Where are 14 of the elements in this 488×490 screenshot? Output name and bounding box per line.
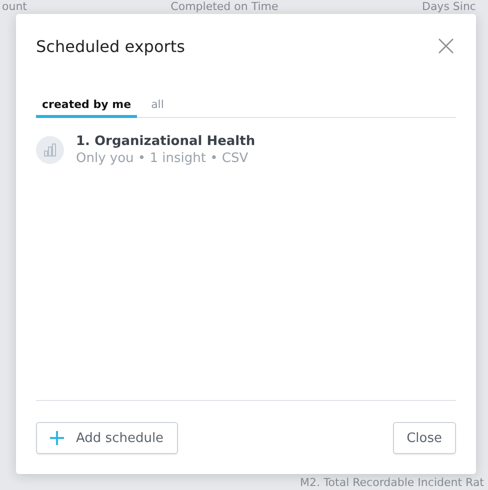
dialog-title: Scheduled exports [36,36,185,56]
add-schedule-button[interactable]: Add schedule [36,422,178,454]
schedule-name[interactable]: 1. Organizational Health [76,134,256,149]
background-text: M2. Total Recordable Incident Rat [300,476,484,489]
background-text: Completed on Time [170,0,278,13]
background-text: Days Sinc [422,0,476,13]
schedule-details: Only you • 1 insight • CSV [76,151,250,166]
background-text: ount [2,0,27,13]
close-button[interactable]: Close [392,422,456,454]
tab[interactable]: created by me [36,98,138,118]
tab[interactable]: all [145,98,170,118]
bar-chart-icon [36,136,64,164]
close-icon[interactable] [438,38,454,54]
plus-icon [50,431,64,445]
